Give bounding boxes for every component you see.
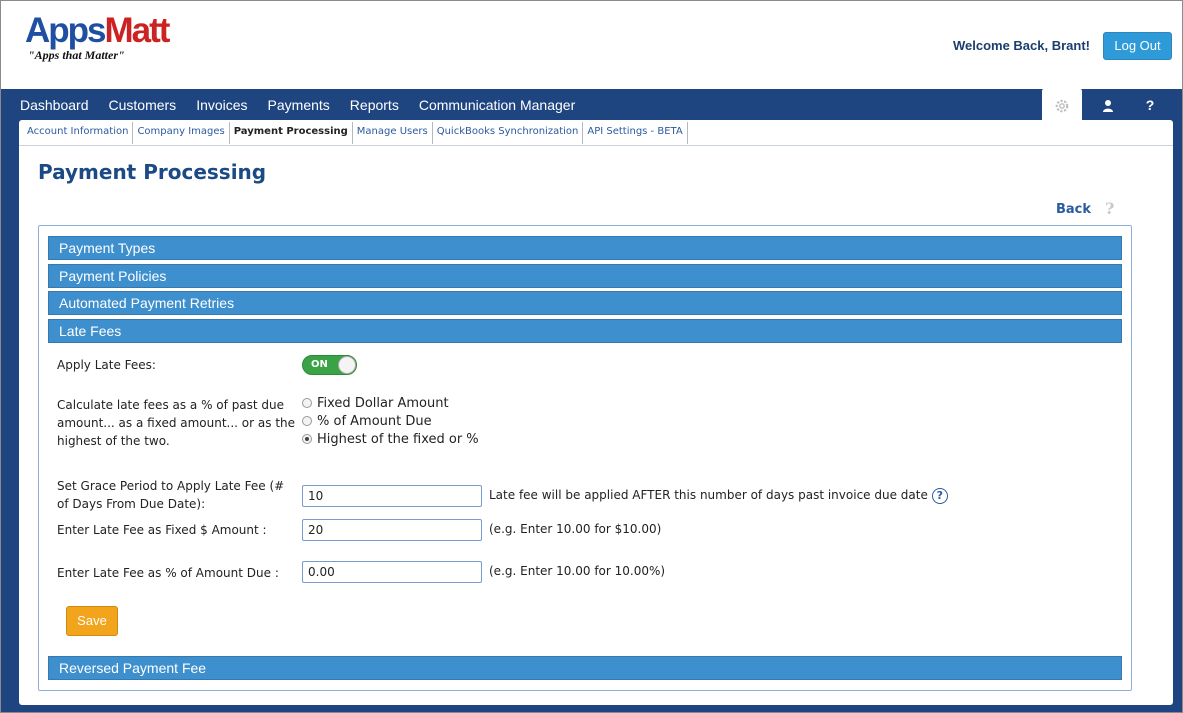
fixed-amount-input[interactable]: 20 (302, 519, 482, 541)
subnav-api-settings[interactable]: API Settings - BETA (583, 122, 688, 144)
toggle-label: ON (311, 359, 328, 370)
subnav-manage-users[interactable]: Manage Users (353, 122, 433, 144)
toggle-knob (338, 356, 356, 374)
nav-item-communication-manager[interactable]: Communication Manager (419, 97, 575, 113)
logo[interactable]: AppsMatt "Apps that Matter" (25, 11, 170, 63)
apply-late-fees-toggle[interactable]: ON (302, 355, 357, 375)
welcome-message: Welcome Back, Brant! (952, 38, 1090, 53)
gear-icon[interactable] (1042, 89, 1082, 121)
logo-tagline: "Apps that Matter" (28, 48, 125, 62)
radio-button[interactable] (302, 397, 312, 408)
back-link[interactable]: Back (1056, 202, 1091, 217)
sub-nav: Account Information Company Images Payment… (19, 120, 1173, 146)
subnav-quickbooks-synchronization[interactable]: QuickBooks Synchronization (433, 122, 584, 144)
nav-item-reports[interactable]: Reports (350, 97, 399, 113)
apply-late-fees-label: Apply Late Fees: (57, 358, 156, 372)
content-panel: Account Information Company Images Payment… (19, 120, 1173, 705)
nav-item-invoices[interactable]: Invoices (196, 97, 247, 113)
accordion-payment-types[interactable]: Payment Types (48, 236, 1122, 260)
header: AppsMatt "Apps that Matter" Welcome Back… (1, 1, 1182, 89)
subnav-account-information[interactable]: Account Information (23, 122, 134, 144)
percent-amount-label: Enter Late Fee as % of Amount Due : (57, 566, 279, 580)
percent-amount-input[interactable]: 0.00 (302, 561, 482, 583)
radio-highest-of-fixed-or-percent[interactable]: Highest of the fixed or % (302, 432, 479, 450)
radio-button-selected[interactable] (302, 433, 312, 444)
subnav-payment-processing[interactable]: Payment Processing (230, 122, 353, 144)
grace-period-hint-text: Late fee will be applied AFTER this numb… (489, 488, 928, 502)
calculation-method-label: Calculate late fees as a % of past due a… (57, 398, 296, 448)
percent-amount-hint: (e.g. Enter 10.00 for 10.00%) (489, 564, 666, 578)
settings-box: Payment Types Payment Policies Automated… (38, 225, 1132, 691)
grace-period-hint: Late fee will be applied AFTER this numb… (489, 486, 948, 504)
toolbar-icons: ? (1042, 89, 1182, 121)
fixed-amount-label: Enter Late Fee as Fixed $ Amount : (57, 523, 267, 537)
accordion-payment-policies[interactable]: Payment Policies (48, 264, 1122, 288)
accordion-automated-payment-retries[interactable]: Automated Payment Retries (48, 291, 1122, 315)
radio-button[interactable] (302, 415, 312, 426)
accordion-reversed-payment-fee[interactable]: Reversed Payment Fee (48, 656, 1122, 680)
logo-wordmark: AppsMatt (25, 11, 170, 50)
subnav-company-images[interactable]: Company Images (133, 122, 230, 144)
nav-item-payments[interactable]: Payments (268, 97, 330, 113)
accordion-late-fees[interactable]: Late Fees (48, 319, 1122, 343)
info-icon[interactable]: ? (931, 487, 948, 504)
main-nav: Dashboard Customers Invoices Payments Report… (20, 97, 595, 117)
nav-item-dashboard[interactable]: Dashboard (20, 97, 89, 113)
logout-button[interactable]: Log Out (1103, 32, 1172, 60)
help-icon[interactable]: ? (1105, 200, 1119, 218)
fixed-amount-hint: (e.g. Enter 10.00 for $10.00) (489, 522, 662, 536)
grace-period-label: Set Grace Period to Apply Late Fee (# of… (57, 479, 285, 511)
radio-percent-of-amount-due[interactable]: % of Amount Due (302, 414, 432, 432)
grace-period-input[interactable]: 10 (302, 485, 482, 507)
nav-item-customers[interactable]: Customers (109, 97, 177, 113)
radio-fixed-dollar-amount[interactable]: Fixed Dollar Amount (302, 396, 449, 414)
user-icon[interactable] (1088, 89, 1128, 121)
app-window: AppsMatt "Apps that Matter" Welcome Back… (0, 0, 1183, 713)
save-button[interactable]: Save (66, 606, 118, 636)
page-title: Payment Processing (38, 160, 267, 184)
help-icon[interactable]: ? (1130, 89, 1170, 121)
